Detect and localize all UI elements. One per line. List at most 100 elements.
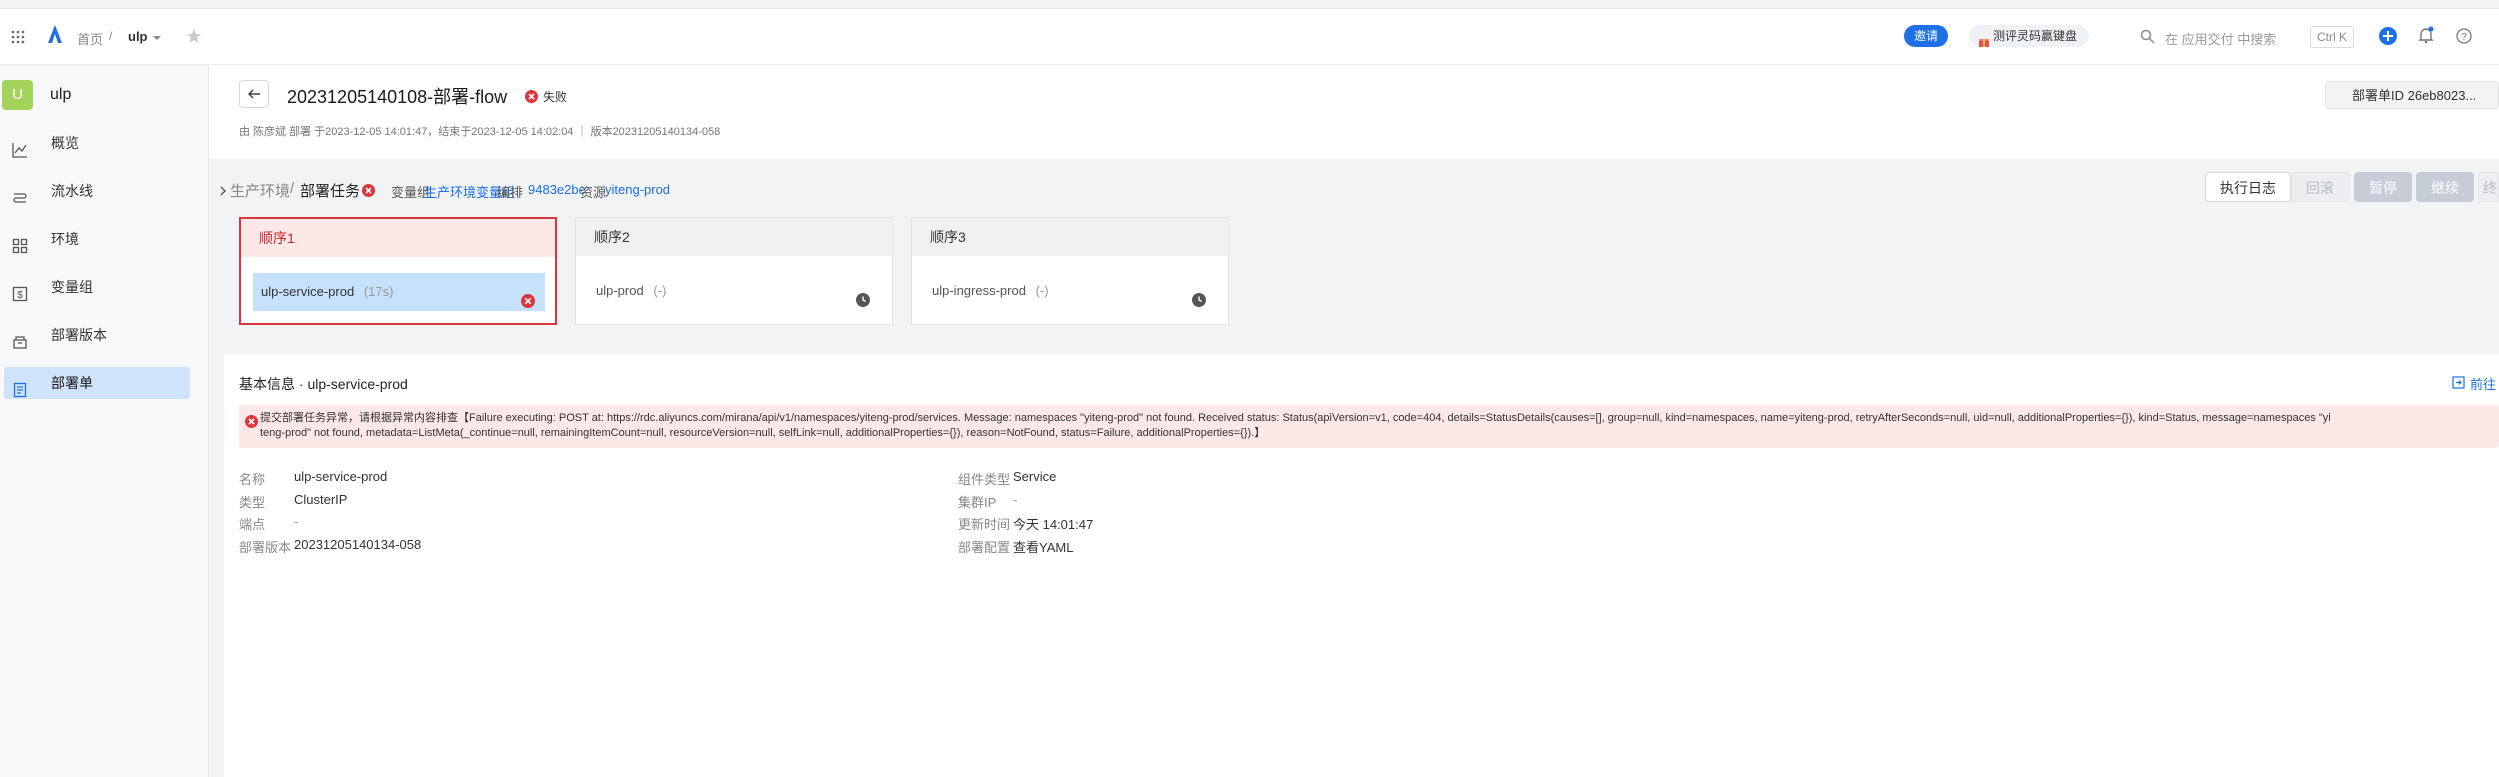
pause-button[interactable]: 暂停 bbox=[2354, 172, 2412, 202]
sidebar-item-label: 环境 bbox=[51, 231, 79, 247]
error-line: 提交部署任务异常，请根据异常内容排查【Failure executing: PO… bbox=[260, 412, 2331, 424]
field-value: - bbox=[1013, 492, 1018, 507]
field-value: ClusterIP bbox=[294, 492, 348, 507]
job-name: ulp-service-prod bbox=[261, 284, 355, 299]
shortcut-badge: Ctrl K bbox=[2310, 26, 2354, 48]
package-icon bbox=[12, 327, 28, 349]
field-value: ulp-service-prod bbox=[294, 469, 388, 484]
chevron-down-icon[interactable] bbox=[152, 29, 162, 44]
clock-icon bbox=[856, 284, 870, 322]
stage-job[interactable]: ulp-prod (-) bbox=[588, 272, 880, 310]
sidebar-item-label: 变量组 bbox=[51, 279, 93, 295]
resource-link[interactable]: yiteng-prod bbox=[605, 182, 670, 197]
arrow-left-icon bbox=[247, 89, 260, 99]
chevron-right-icon[interactable] bbox=[218, 182, 228, 197]
field-label: 名称 bbox=[239, 472, 266, 487]
stage-job[interactable]: ulp-ingress-prod (-) bbox=[924, 272, 1216, 310]
top-bar: 首页 / ulp 邀请 测评灵码赢键盘 在 应用交付 中搜索 Ctrl K ? bbox=[0, 9, 2499, 65]
job-name: ulp-ingress-prod bbox=[932, 283, 1026, 298]
breadcrumb-project[interactable]: ulp bbox=[128, 29, 148, 44]
sidebar-item-label: 流水线 bbox=[51, 183, 93, 199]
chart-icon bbox=[12, 135, 28, 158]
view-yaml-link[interactable]: 查看YAML bbox=[1013, 537, 1073, 556]
orchestration-link[interactable]: 9483e2be bbox=[528, 182, 586, 197]
deployment-header: 20231205140108-部署-flow 失败 由 陈彦斌 部署 于2023… bbox=[209, 65, 2499, 159]
failure-icon bbox=[362, 182, 375, 198]
pipeline-icon bbox=[12, 183, 28, 203]
external-link-icon[interactable] bbox=[2452, 374, 2465, 389]
continue-button[interactable]: 继续 bbox=[2416, 172, 2474, 202]
orchestration-label: 编排 bbox=[497, 185, 524, 200]
help-icon[interactable]: ? bbox=[2456, 27, 2472, 44]
field-value: - bbox=[294, 514, 299, 529]
job-duration: (-) bbox=[1035, 283, 1049, 298]
resource-label: 资源 bbox=[580, 185, 607, 200]
failure-icon bbox=[521, 285, 535, 323]
stage-card[interactable]: 顺序1 ulp-service-prod (17s) bbox=[239, 217, 557, 325]
variable-icon: $ bbox=[12, 279, 28, 302]
task-separator: / bbox=[290, 180, 295, 197]
breadcrumb-separator: / bbox=[109, 29, 113, 43]
deployment-meta: 由 陈彦斌 部署 于2023-12-05 14:01:47，结束于2023-12… bbox=[239, 126, 721, 138]
job-name: ulp-prod bbox=[596, 283, 644, 298]
rollback-button[interactable]: 回滚 bbox=[2291, 172, 2349, 202]
back-button[interactable] bbox=[239, 80, 269, 108]
deploy-id[interactable]: 部署单ID 26eb8023... bbox=[2325, 81, 2499, 109]
details-panel: 基本信息 · ulp-service-prod 前往 提交部署任务异常，请根据异… bbox=[224, 354, 2499, 777]
sidebar: U ulp 概览 流水线 环境 $ 变量组 部署版本 部署单 bbox=[0, 65, 209, 777]
field-label: 端点 bbox=[239, 517, 266, 532]
sidebar-item-variable-group[interactable]: $ 变量组 bbox=[0, 269, 208, 305]
field-label: 组件类型 bbox=[958, 472, 1011, 487]
breadcrumb-home[interactable]: 首页 bbox=[77, 29, 103, 48]
search-input[interactable]: 在 应用交付 中搜索 bbox=[2165, 29, 2276, 48]
error-alert: 提交部署任务异常，请根据异常内容排查【Failure executing: PO… bbox=[239, 405, 2499, 448]
error-icon bbox=[245, 413, 258, 429]
grid-icon bbox=[12, 231, 28, 254]
field-label: 集群IP bbox=[958, 495, 997, 510]
sidebar-item-deployment-order[interactable]: 部署单 bbox=[0, 365, 208, 401]
field-label: 更新时间 bbox=[958, 517, 1011, 532]
clock-icon bbox=[1192, 284, 1206, 322]
main-content: 20231205140108-部署-flow 失败 由 陈彦斌 部署 于2023… bbox=[209, 65, 2499, 777]
sidebar-item-overview[interactable]: 概览 bbox=[0, 125, 208, 161]
apps-grid-icon[interactable] bbox=[11, 28, 25, 44]
error-message: 提交部署任务异常，请根据异常内容排查【Failure executing: PO… bbox=[260, 411, 2499, 441]
invite-button[interactable]: 邀请 bbox=[1904, 25, 1949, 47]
execution-log-button[interactable]: 执行日志 bbox=[2205, 172, 2291, 202]
sidebar-item-deploy-version[interactable]: 部署版本 bbox=[0, 317, 208, 353]
failure-icon bbox=[525, 88, 538, 104]
env-name: 生产环境 bbox=[230, 183, 291, 200]
logo-icon[interactable] bbox=[47, 24, 63, 44]
gift-icon bbox=[1978, 30, 1990, 52]
goto-link[interactable]: 前往 bbox=[2470, 374, 2496, 393]
sidebar-item-environment[interactable]: 环境 bbox=[0, 221, 208, 257]
stage-card[interactable]: 顺序3 ulp-ingress-prod (-) bbox=[911, 217, 1229, 325]
job-duration: (17s) bbox=[363, 284, 394, 299]
stage-title: 顺序1 bbox=[241, 219, 555, 257]
svg-text:$: $ bbox=[17, 290, 23, 301]
document-icon bbox=[12, 375, 28, 398]
task-panel: 生产环境 / 部署任务 变量组 生产环境变量组 编排 9483e2be 资源 y… bbox=[220, 170, 2499, 354]
field-value: Service bbox=[1013, 469, 1057, 484]
field-label: 类型 bbox=[239, 495, 266, 510]
star-icon[interactable] bbox=[186, 27, 202, 44]
project-avatar: U bbox=[2, 80, 33, 110]
notification-bell-icon[interactable] bbox=[2417, 26, 2435, 44]
section-title: 基本信息 · ulp-service-prod bbox=[239, 376, 408, 392]
sidebar-item-pipeline[interactable]: 流水线 bbox=[0, 173, 208, 209]
field-label: 部署版本 bbox=[239, 540, 292, 555]
stage-title: 顺序3 bbox=[912, 218, 1228, 256]
job-duration: (-) bbox=[653, 283, 667, 298]
search-icon[interactable] bbox=[2140, 28, 2155, 44]
stage-job[interactable]: ulp-service-prod (17s) bbox=[253, 273, 545, 311]
promo-button[interactable]: 测评灵码赢键盘 bbox=[1969, 25, 2090, 47]
add-icon[interactable] bbox=[2378, 26, 2398, 46]
sidebar-item-label: 概览 bbox=[51, 135, 79, 151]
field-label: 部署配置 bbox=[958, 540, 1011, 555]
stage-card[interactable]: 顺序2 ulp-prod (-) bbox=[575, 217, 893, 325]
project-name[interactable]: ulp bbox=[50, 86, 71, 104]
task-name: 部署任务 bbox=[300, 183, 361, 200]
promo-label: 测评灵码赢键盘 bbox=[1993, 29, 2078, 43]
terminate-button[interactable]: 终 bbox=[2478, 172, 2499, 202]
error-line: teng-prod" not found, metadata=ListMeta(… bbox=[260, 427, 1266, 439]
